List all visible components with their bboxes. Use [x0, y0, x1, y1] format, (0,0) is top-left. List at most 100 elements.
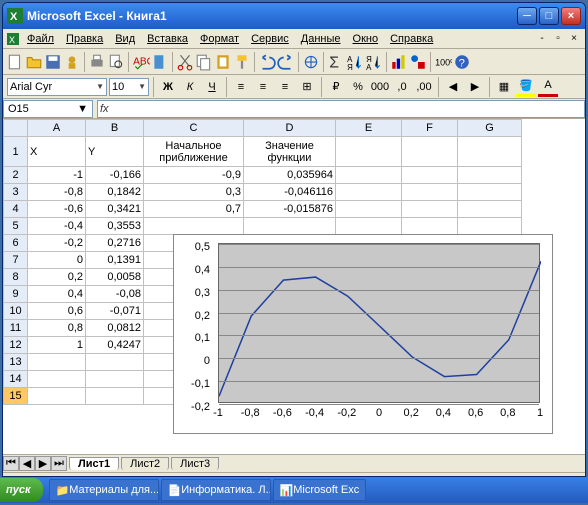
cell[interactable]: Значение функции — [244, 137, 336, 167]
cell[interactable]: 0,1391 — [86, 252, 144, 269]
menu-tools[interactable]: Сервис — [245, 31, 295, 47]
cell[interactable]: -0,166 — [86, 167, 144, 184]
cell[interactable]: Начальное приближение — [144, 137, 244, 167]
help-icon[interactable]: ? — [453, 53, 471, 71]
cell[interactable]: X — [28, 137, 86, 167]
cell[interactable]: 0,0812 — [86, 320, 144, 337]
menu-file[interactable]: Файл — [21, 31, 60, 47]
cell[interactable]: Y — [86, 137, 144, 167]
start-button[interactable]: пуск — [0, 478, 43, 502]
cell[interactable]: 0,8 — [28, 320, 86, 337]
row-header[interactable]: 1 — [4, 137, 28, 167]
taskbar-item[interactable]: 📊 Microsoft Exc — [273, 479, 367, 501]
maximize-button[interactable]: □ — [539, 7, 559, 25]
row-header[interactable]: 3 — [4, 184, 28, 201]
cut-icon[interactable] — [176, 53, 194, 71]
italic-button[interactable]: К — [180, 77, 200, 97]
row-header[interactable]: 15 — [4, 388, 28, 405]
select-all-corner[interactable] — [4, 120, 28, 137]
cell[interactable]: 0,4 — [28, 286, 86, 303]
percent-button[interactable]: % — [348, 77, 368, 97]
tab-last-button[interactable]: ⏭ — [51, 456, 67, 471]
zoom-icon[interactable]: 100% — [434, 53, 452, 71]
minimize-button[interactable]: ─ — [517, 7, 537, 25]
name-box[interactable]: O15▼ — [3, 100, 93, 118]
cell[interactable]: 0,4247 — [86, 337, 144, 354]
drawing-icon[interactable] — [409, 53, 427, 71]
row-header[interactable]: 9 — [4, 286, 28, 303]
undo-icon[interactable] — [258, 53, 276, 71]
close-button[interactable]: × — [561, 7, 581, 25]
col-header[interactable]: G — [458, 120, 522, 137]
print-icon[interactable] — [88, 53, 106, 71]
merge-center-button[interactable]: ⊞ — [297, 77, 317, 97]
formula-input[interactable]: fx — [97, 100, 585, 118]
col-header[interactable]: B — [86, 120, 144, 137]
cell[interactable]: 0,2716 — [86, 235, 144, 252]
cell[interactable]: 0,3553 — [86, 218, 144, 235]
col-header[interactable]: D — [244, 120, 336, 137]
cell[interactable]: 0,6 — [28, 303, 86, 320]
worksheet-grid[interactable]: A B C D E F G 1 X Y Начальное приближени… — [3, 119, 585, 454]
font-size-combo[interactable]: 10▼ — [109, 78, 149, 96]
cell[interactable]: -0,9 — [144, 167, 244, 184]
font-name-combo[interactable]: Arial Cyr▼ — [7, 78, 107, 96]
underline-button[interactable]: Ч — [202, 77, 222, 97]
font-color-button[interactable]: A — [538, 77, 558, 97]
tab-next-button[interactable]: ▶ — [35, 456, 51, 471]
sheet-tab[interactable]: Лист3 — [171, 457, 219, 470]
preview-icon[interactable] — [107, 53, 125, 71]
tab-prev-button[interactable]: ◀ — [19, 456, 35, 471]
spelling-icon[interactable]: ABC — [132, 53, 150, 71]
cell[interactable]: -0,8 — [28, 184, 86, 201]
cell[interactable]: -0,046116 — [244, 184, 336, 201]
col-header[interactable]: C — [144, 120, 244, 137]
cell[interactable]: -0,4 — [28, 218, 86, 235]
cell[interactable]: 0,1842 — [86, 184, 144, 201]
cell[interactable]: 0,3 — [144, 184, 244, 201]
cell[interactable]: -0,6 — [28, 201, 86, 218]
titlebar[interactable]: X Microsoft Excel - Книга1 ─ □ × — [3, 3, 585, 29]
align-center-button[interactable]: ≡ — [253, 77, 273, 97]
hyperlink-icon[interactable] — [302, 53, 320, 71]
menu-edit[interactable]: Правка — [60, 31, 109, 47]
row-header[interactable]: 8 — [4, 269, 28, 286]
cell[interactable]: 0,2 — [28, 269, 86, 286]
col-header[interactable]: F — [402, 120, 458, 137]
borders-button[interactable]: ▦ — [494, 77, 514, 97]
autosum-icon[interactable]: Σ — [327, 53, 345, 71]
sort-asc-icon[interactable]: AЯ — [346, 53, 364, 71]
col-header[interactable]: E — [336, 120, 402, 137]
copy-icon[interactable] — [195, 53, 213, 71]
tab-first-button[interactable]: ⏮ — [3, 456, 19, 471]
row-header[interactable]: 4 — [4, 201, 28, 218]
align-left-button[interactable]: ≡ — [231, 77, 251, 97]
taskbar-item[interactable]: 📁 Материалы для... — [49, 479, 159, 501]
fill-color-button[interactable]: 🪣 — [516, 77, 536, 97]
cell[interactable]: 0,0058 — [86, 269, 144, 286]
research-icon[interactable] — [151, 53, 169, 71]
row-header[interactable]: 12 — [4, 337, 28, 354]
row-header[interactable]: 10 — [4, 303, 28, 320]
redo-icon[interactable] — [277, 53, 295, 71]
row-header[interactable]: 14 — [4, 371, 28, 388]
sort-desc-icon[interactable]: ЯA — [365, 53, 383, 71]
menu-window[interactable]: Окно — [347, 31, 385, 47]
cell[interactable]: 0,035964 — [244, 167, 336, 184]
cell[interactable] — [458, 137, 522, 167]
increase-indent-button[interactable]: ▶ — [465, 77, 485, 97]
cell[interactable]: -1 — [28, 167, 86, 184]
menu-view[interactable]: Вид — [109, 31, 141, 47]
align-right-button[interactable]: ≡ — [275, 77, 295, 97]
row-header[interactable]: 5 — [4, 218, 28, 235]
row-header[interactable]: 11 — [4, 320, 28, 337]
decrease-indent-button[interactable]: ◀ — [443, 77, 463, 97]
mdi-minimize-button[interactable]: - — [535, 33, 549, 45]
row-header[interactable]: 13 — [4, 354, 28, 371]
cell[interactable]: 1 — [28, 337, 86, 354]
embedded-chart[interactable]: -0,2-0,100,10,20,30,40,5 -1-0,8-0,6-0,4-… — [173, 234, 553, 434]
decrease-decimal-button[interactable]: ,00 — [414, 77, 434, 97]
taskbar-item[interactable]: 📄 Информатика. Л... — [161, 479, 271, 501]
sheet-tab[interactable]: Лист2 — [121, 457, 169, 470]
currency-button[interactable]: ₽ — [326, 77, 346, 97]
